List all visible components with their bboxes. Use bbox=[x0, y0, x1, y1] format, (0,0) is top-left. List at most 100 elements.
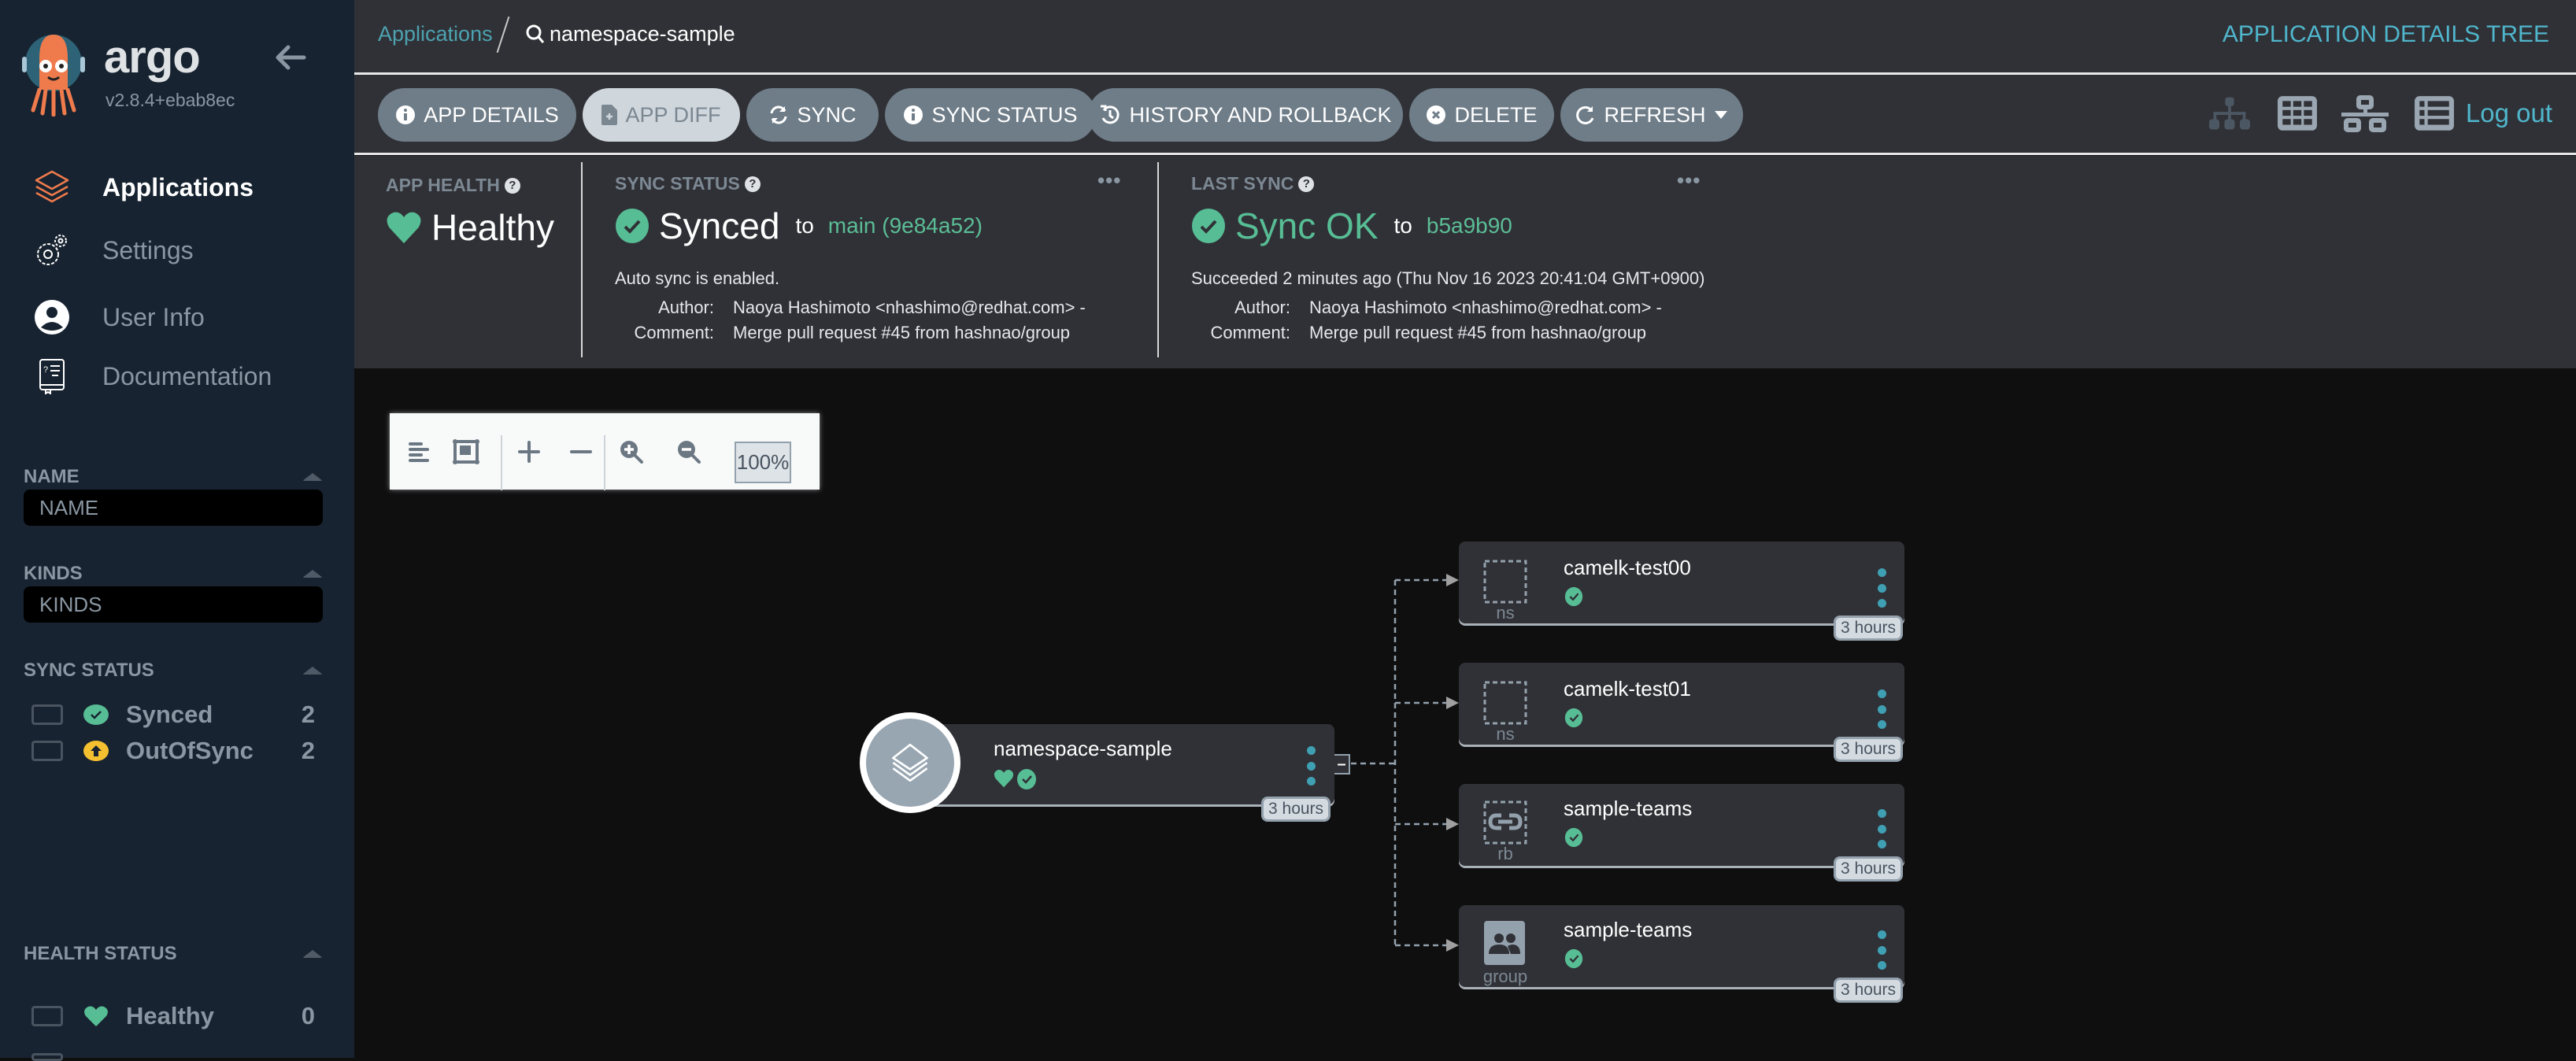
app-diff-button[interactable]: APP DIFF bbox=[583, 88, 740, 142]
root-app-node[interactable]: namespace-sample 3 hours bbox=[929, 724, 1334, 822]
heart-icon bbox=[387, 212, 421, 244]
button-label: DELETE bbox=[1454, 102, 1538, 127]
health-status-filter-header[interactable]: HEALTH STATUS bbox=[24, 943, 323, 965]
sync-status-button[interactable]: SYNC STATUS bbox=[885, 88, 1096, 142]
refresh-button[interactable]: REFRESH bbox=[1560, 88, 1743, 142]
caret-down-icon bbox=[1714, 111, 1727, 119]
node-menu-kebab-icon[interactable] bbox=[1876, 568, 1887, 608]
sync-icon bbox=[770, 105, 787, 124]
last-sync-comment-row: Comment: Merge pull request #45 from has… bbox=[1191, 323, 1647, 343]
list-view-icon[interactable] bbox=[2414, 94, 2455, 135]
filter-option-synced[interactable]: Synced 2 bbox=[31, 697, 315, 733]
name-filter-title: NAME bbox=[24, 466, 80, 487]
zoom-in-icon[interactable] bbox=[612, 432, 651, 471]
checkbox[interactable] bbox=[31, 741, 63, 761]
resource-node-namespace[interactable]: ns camelk-test01 3 hours bbox=[1459, 663, 1904, 762]
last-sync-revision-link[interactable]: b5a9b90 bbox=[1427, 213, 1512, 238]
sync-status-filter-header[interactable]: SYNC STATUS bbox=[24, 660, 323, 682]
checkbox[interactable] bbox=[31, 704, 63, 725]
times-circle-icon bbox=[1427, 105, 1446, 124]
name-filter-header[interactable]: NAME bbox=[24, 466, 323, 488]
collapse-children-button[interactable]: – bbox=[1334, 754, 1350, 774]
checkbox[interactable] bbox=[31, 1006, 63, 1026]
delete-button[interactable]: DELETE bbox=[1409, 88, 1554, 142]
info-icon bbox=[396, 105, 416, 124]
checkbox[interactable] bbox=[31, 1053, 63, 1061]
app-health-label-text: APP HEALTH bbox=[386, 175, 500, 195]
resource-node-namespace[interactable]: ns camelk-test00 3 hours bbox=[1459, 542, 1904, 641]
node-age-badge: 3 hours bbox=[1261, 797, 1331, 822]
logout-link[interactable]: Log out bbox=[2466, 98, 2552, 128]
sidebar-item-label: Applications bbox=[102, 172, 254, 201]
button-label: HISTORY AND ROLLBACK bbox=[1129, 102, 1392, 127]
help-icon[interactable]: ? bbox=[504, 177, 520, 194]
sidebar-item-user-info[interactable]: User Info bbox=[31, 294, 205, 341]
breadcrumb-applications-link[interactable]: Applications bbox=[378, 22, 493, 46]
node-menu-kebab-icon[interactable] bbox=[1876, 689, 1887, 729]
filter-option-healthy[interactable]: Healthy 0 bbox=[31, 998, 315, 1034]
edge-arrow-icon bbox=[1446, 574, 1459, 586]
sync-revision-link[interactable]: main (9e84a52) bbox=[828, 213, 983, 238]
node-kind-label: ns bbox=[1496, 724, 1515, 744]
resource-node-group[interactable]: group sample-teams 3 hours bbox=[1459, 905, 1904, 1003]
node-menu-kebab-icon[interactable] bbox=[1876, 809, 1887, 848]
align-left-icon[interactable] bbox=[399, 432, 439, 471]
network-view-icon[interactable] bbox=[2341, 94, 2389, 135]
sync-button[interactable]: SYNC bbox=[746, 88, 879, 142]
out-of-sync-arrow-icon bbox=[83, 738, 109, 763]
app-details-button[interactable]: APP DETAILS bbox=[378, 88, 576, 142]
app-health-label: APP HEALTH ? bbox=[386, 175, 520, 196]
more-options-icon[interactable]: ••• bbox=[1097, 168, 1121, 193]
node-name: camelk-test00 bbox=[1564, 556, 1691, 579]
filter-option-label: Synced bbox=[126, 701, 213, 728]
sidebar-item-label: User Info bbox=[102, 302, 205, 331]
version-label: v2.8.4+ebab8ec bbox=[105, 90, 235, 110]
author-key: Author: bbox=[658, 298, 714, 317]
more-options-icon[interactable]: ••• bbox=[1677, 168, 1701, 193]
synced-check-icon bbox=[1564, 948, 1583, 969]
resource-node-rolebinding[interactable]: rb sample-teams 3 hours bbox=[1459, 784, 1904, 882]
author-value: Naoya Hashimoto <nhashimo@redhat.com> - bbox=[733, 298, 1086, 317]
collapse-triangle-icon[interactable] bbox=[302, 667, 323, 675]
sync-status-value: Synced to main (9e84a52) bbox=[615, 205, 983, 247]
kinds-filter-title: KINDS bbox=[24, 563, 83, 584]
breadcrumb-current[interactable]: namespace-sample bbox=[526, 22, 735, 46]
sync-status-filter-title: SYNC STATUS bbox=[24, 660, 154, 681]
fit-to-screen-icon[interactable] bbox=[446, 432, 486, 471]
history-and-rollback-button[interactable]: HISTORY AND ROLLBACK bbox=[1088, 88, 1403, 142]
argo-logo-icon[interactable] bbox=[22, 35, 85, 116]
collapse-triangle-icon[interactable] bbox=[302, 950, 323, 958]
tree-view-icon[interactable] bbox=[2209, 94, 2250, 135]
collapse-triangle-icon[interactable] bbox=[302, 473, 323, 481]
sidebar-item-applications[interactable]: Applications bbox=[31, 164, 254, 211]
kinds-filter-header[interactable]: KINDS bbox=[24, 563, 323, 585]
pods-grid-icon[interactable] bbox=[2277, 94, 2318, 135]
expand-plus-icon[interactable] bbox=[509, 432, 549, 471]
kinds-filter-input[interactable] bbox=[24, 586, 323, 623]
node-name: camelk-test01 bbox=[1564, 677, 1691, 701]
zoom-level-display[interactable]: 100% bbox=[735, 442, 791, 483]
sync-comment-row: Comment: Merge pull request #45 from has… bbox=[615, 323, 1071, 343]
node-name: namespace-sample bbox=[994, 737, 1172, 760]
collapse-minus-icon[interactable] bbox=[561, 432, 601, 471]
sidebar: argo v2.8.4+ebab8ec Applications Setting… bbox=[0, 0, 354, 1061]
node-menu-kebab-icon[interactable] bbox=[1876, 930, 1887, 970]
sidebar-item-documentation[interactable]: ? Documentation bbox=[31, 353, 272, 400]
brand-name: argo bbox=[104, 31, 201, 83]
name-filter-input[interactable] bbox=[24, 490, 323, 526]
link-icon bbox=[1483, 800, 1527, 845]
filter-option-out-of-sync[interactable]: OutOfSync 2 bbox=[31, 733, 315, 769]
button-label: APP DETAILS bbox=[424, 102, 559, 127]
node-age-badge: 3 hours bbox=[1834, 978, 1904, 1003]
help-icon[interactable]: ? bbox=[744, 176, 761, 192]
last-sync-label: LAST SYNC ? bbox=[1191, 173, 1315, 194]
sidebar-item-settings[interactable]: Settings bbox=[31, 227, 194, 274]
sync-status-label-text: SYNC STATUS bbox=[615, 173, 740, 194]
collapse-sidebar-arrow-icon[interactable] bbox=[274, 41, 307, 74]
help-icon[interactable]: ? bbox=[1298, 176, 1315, 192]
node-menu-kebab-icon[interactable] bbox=[1305, 746, 1316, 786]
user-circle-icon bbox=[31, 297, 72, 338]
zoom-out-icon[interactable] bbox=[669, 432, 709, 471]
status-panel: APP HEALTH ? Healthy SYNC STATUS ? ••• S… bbox=[354, 156, 2576, 368]
collapse-triangle-icon[interactable] bbox=[302, 570, 323, 578]
